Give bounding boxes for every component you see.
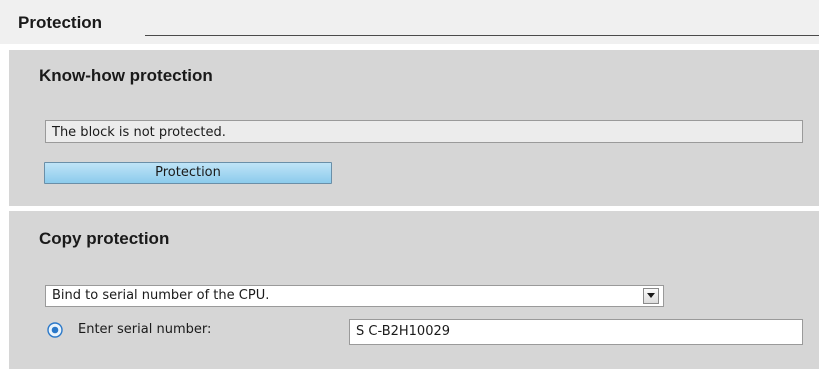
protection-panel: Protection Know-how protection The block… — [0, 0, 819, 369]
copy-protection-group: Copy protection Bind to serial number of… — [9, 211, 819, 369]
copy-protection-select[interactable]: Bind to serial number of the CPU. — [45, 285, 664, 307]
protection-button[interactable]: Protection — [44, 162, 332, 184]
knowhow-protection-group: Know-how protection The block is not pro… — [9, 50, 819, 206]
copy-protection-select-value: Bind to serial number of the CPU. — [52, 288, 270, 303]
serial-number-radio-label[interactable]: Enter serial number: — [78, 320, 211, 340]
radio-selected-icon[interactable] — [47, 322, 63, 338]
section-title: Protection — [18, 13, 103, 32]
chevron-down-icon[interactable] — [643, 288, 659, 304]
protection-status-field: The block is not protected. — [45, 120, 803, 143]
knowhow-protection-title: Know-how protection — [39, 66, 213, 85]
section-divider — [145, 35, 819, 36]
copy-protection-title: Copy protection — [39, 229, 170, 248]
serial-number-input[interactable]: S C-B2H10029 — [349, 319, 803, 345]
section-header: Protection — [0, 0, 819, 44]
